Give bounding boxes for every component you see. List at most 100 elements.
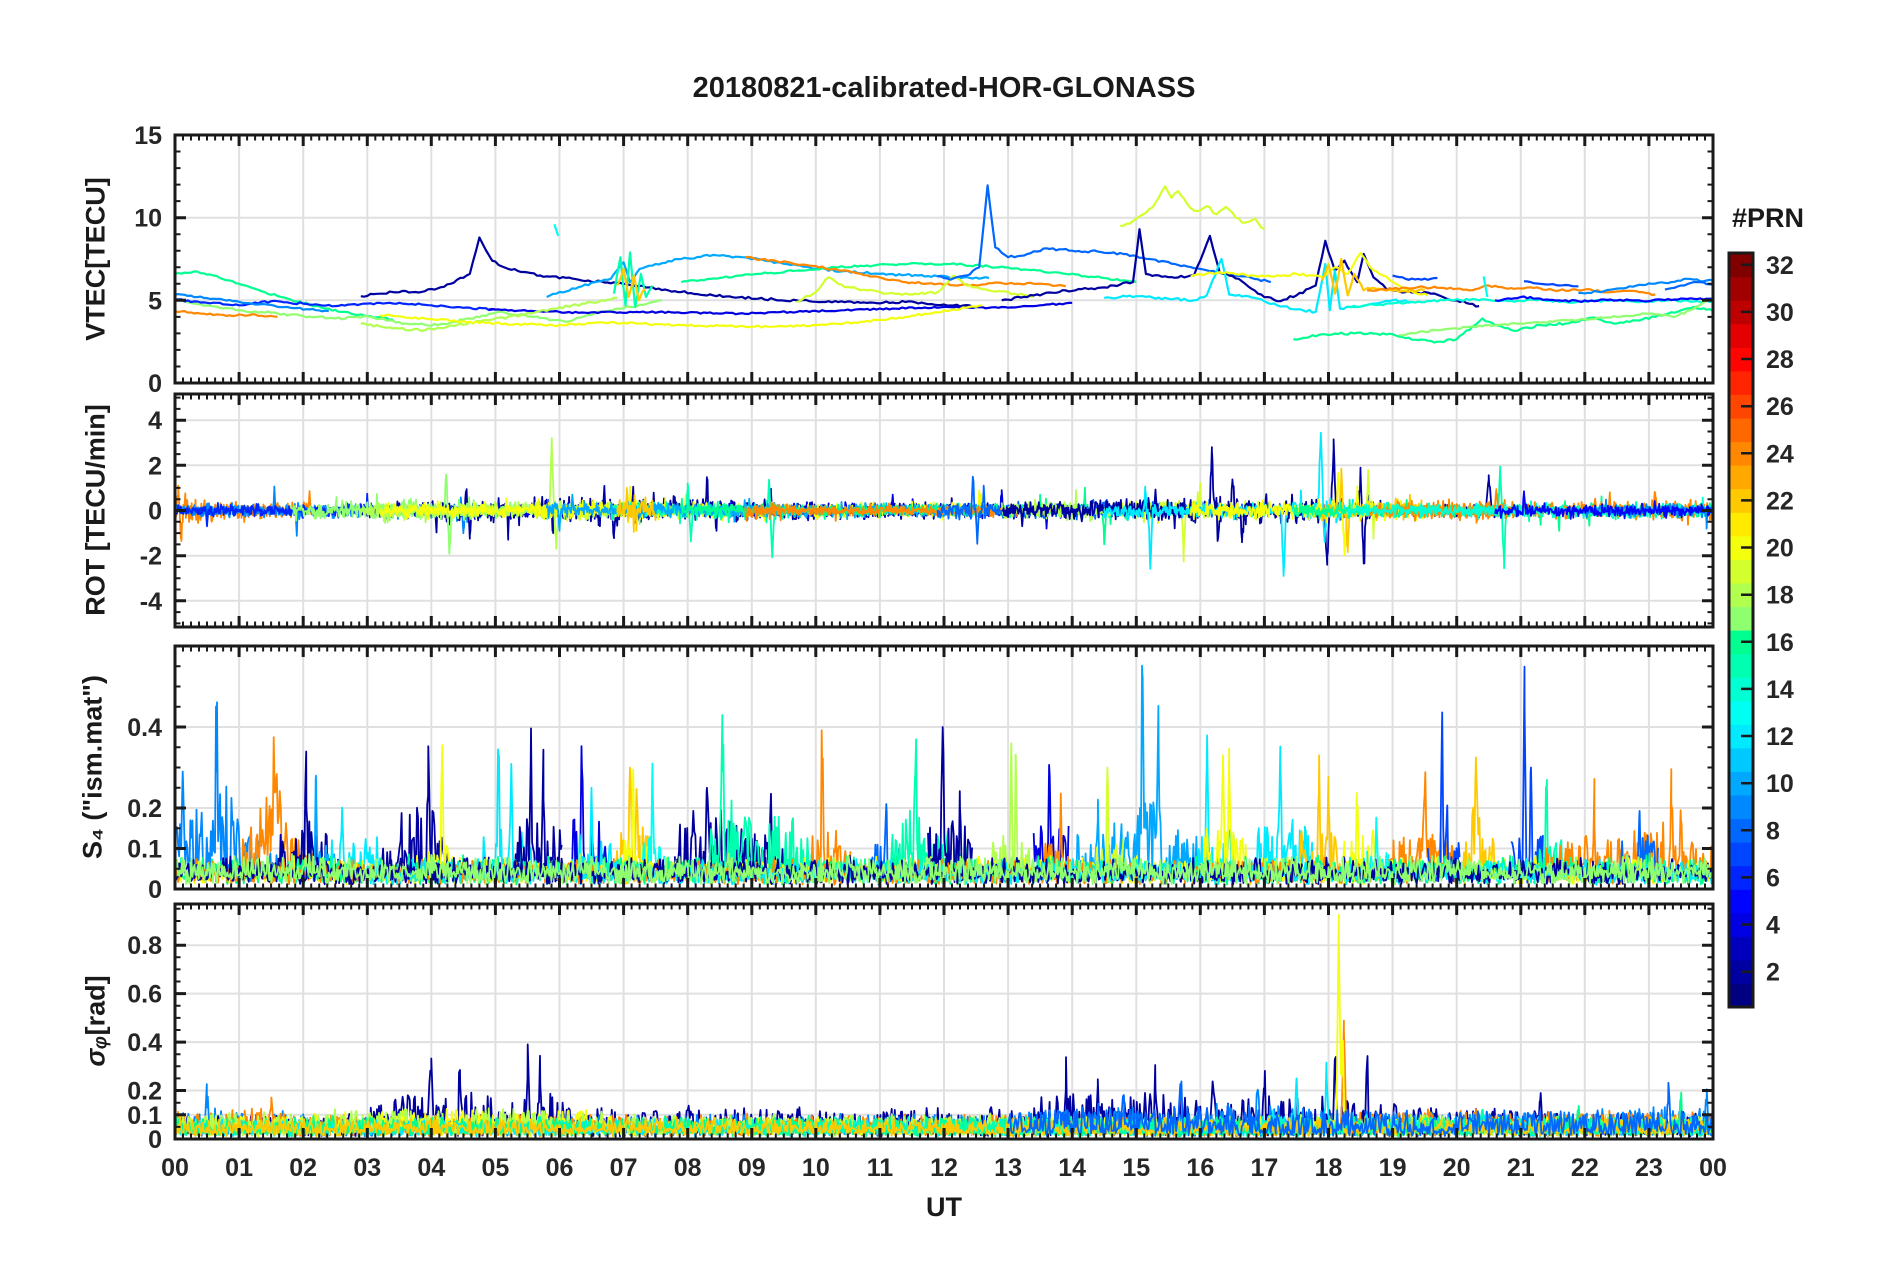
colorbar-tick-label: 8 [1766, 817, 1780, 845]
y-tick-label: 0.2 [127, 795, 162, 823]
y-tick-label: 0 [148, 876, 162, 904]
colorbar: 2468101214161820222426283032 [1727, 251, 1794, 1009]
x-tick-label: 14 [1058, 1154, 1086, 1182]
gridlines [175, 135, 1713, 383]
colorbar-tick-label: 2 [1766, 959, 1780, 987]
colorbar-tick-label: 24 [1766, 440, 1794, 468]
y-tick-label: -2 [140, 543, 162, 571]
colorbar-tick-label: 26 [1766, 393, 1794, 421]
colorbar-tick-label: 12 [1766, 723, 1794, 751]
x-tick-label: 06 [546, 1154, 574, 1182]
x-tick-label: 09 [738, 1154, 766, 1182]
y-tick-label: 5 [148, 287, 162, 315]
y-tick-label: 0.6 [127, 981, 162, 1009]
series-prn-19 [1359, 469, 1381, 540]
series-prn-7 [1392, 274, 1438, 281]
colorbar-tick-label: 16 [1766, 629, 1794, 657]
x-tick-label: 21 [1507, 1154, 1535, 1182]
y-tick-label: 4 [148, 407, 162, 435]
series-prn-2 [927, 726, 973, 883]
colorbar-segment [1729, 794, 1753, 820]
y-tick-label: 10 [134, 205, 162, 233]
colorbar-segment [1729, 559, 1753, 584]
colorbar-segment [1729, 465, 1753, 490]
series-prn-16 [175, 270, 394, 321]
colorbar-title: #PRN [1731, 203, 1805, 233]
colorbar-segment [1729, 983, 1753, 1008]
series-prn-2 [513, 727, 563, 882]
x-tick-label: 02 [289, 1154, 317, 1182]
y-tick-label: 15 [134, 122, 162, 150]
y-axis-label-vtec: VTEC[TECU] [80, 177, 111, 341]
x-tick-label: 00 [161, 1154, 189, 1182]
x-axis-label: UT [926, 1192, 962, 1222]
x-tick-label: 15 [1122, 1154, 1150, 1182]
y-axis-label-rot: ROT [TECU/min] [80, 404, 111, 616]
x-tick-label: 10 [802, 1154, 830, 1182]
y-tick-label: 0.1 [127, 1102, 162, 1130]
colorbar-segment [1729, 936, 1753, 961]
x-tick-label: 07 [610, 1154, 638, 1182]
plot-svg: 051015-4-202400.10.20.400.10.20.40.60.80… [127, 122, 1794, 1182]
x-tick-label: 16 [1186, 1154, 1214, 1182]
panel-s4: 0 0.1 0.2 0.4 [127, 644, 1715, 904]
colorbar-tick-label: 18 [1766, 582, 1794, 610]
colorbar-segment [1729, 747, 1753, 772]
x-tick-label: 03 [353, 1154, 381, 1182]
y-tick-label: 0.2 [127, 1078, 162, 1106]
colorbar-segment [1729, 323, 1753, 348]
series-prn-7 [1523, 280, 1579, 288]
x-tick-label: 00 [1699, 1154, 1727, 1182]
x-tick-label: 08 [674, 1154, 702, 1182]
panel-sigma_phi: 00.10.2 0.4 0.6 0.8 [127, 902, 1715, 1154]
x-tick-label: 19 [1379, 1154, 1407, 1182]
colorbar-tick-label: 4 [1766, 912, 1780, 940]
colorbar-tick-label: 14 [1766, 676, 1794, 704]
y-tick-label: -4 [140, 588, 162, 616]
x-tick-label: 20 [1443, 1154, 1471, 1182]
y-axis-label-s4: S₄ ("ism.mat") [77, 674, 108, 860]
y-tick-label: 0 [148, 1126, 162, 1154]
series-prn-8 [937, 184, 1272, 284]
x-tick-label: 01 [225, 1154, 253, 1182]
colorbar-tick-label: 6 [1766, 864, 1780, 892]
sigma-phi-symbol: σᵩ [80, 1035, 111, 1067]
x-tick-label: 18 [1315, 1154, 1343, 1182]
colorbar-segment [1729, 276, 1753, 301]
series-prn-7 [1510, 665, 1544, 884]
x-tick-label: 13 [994, 1154, 1022, 1182]
x-tick-label: 23 [1635, 1154, 1663, 1182]
y-tick-label: 0 [148, 370, 162, 398]
colorbar-segment [1729, 700, 1753, 725]
x-tick-label: 22 [1571, 1154, 1599, 1182]
sigma-phi-unit: [rad] [80, 975, 111, 1036]
y-tick-label: 0.4 [127, 1029, 162, 1057]
series-prn-16 [681, 262, 1137, 284]
series-prn-8 [1664, 281, 1713, 291]
colorbar-segment [1729, 417, 1753, 443]
series-prn-18 [359, 437, 619, 550]
colorbar-tick-label: 20 [1766, 535, 1794, 563]
y-tick-label: 0 [148, 498, 162, 526]
series-prn-9 [1578, 277, 1713, 295]
panel-vtec: 0 5 10 15 [134, 122, 1715, 398]
y-tick-label: 0.4 [127, 714, 162, 742]
gridlines [175, 904, 1713, 1139]
x-tick-labels: 00 01 02 03 04 05 06 07 08 09 10 11 12 13 14 15 16 17 18 19… [161, 1154, 1727, 1182]
colorbar-segment [1729, 653, 1753, 678]
x-tick-label: 11 [867, 1154, 894, 1182]
x-tick-label: 05 [482, 1154, 510, 1182]
series-prn-19 [1120, 185, 1265, 231]
y-axis-label-sigma-phi: σᵩ[rad] [81, 975, 112, 1066]
series-prn-19 [796, 274, 1034, 304]
colorbar-segment [1729, 606, 1753, 631]
colorbar-tick-label: 22 [1766, 487, 1794, 515]
y-tick-label: 2 [148, 452, 162, 480]
figure-root: 20180821-calibrated-HOR-GLONASS 0 5 10 15 -4… [0, 0, 1902, 1272]
colorbar-tick-label: 10 [1766, 770, 1794, 798]
x-tick-label: 17 [1251, 1154, 1279, 1182]
colorbar-segment [1729, 370, 1753, 395]
colorbar-segment [1729, 842, 1753, 867]
colorbar-tick-label: 28 [1766, 346, 1794, 374]
colorbar-segment [1729, 889, 1753, 914]
